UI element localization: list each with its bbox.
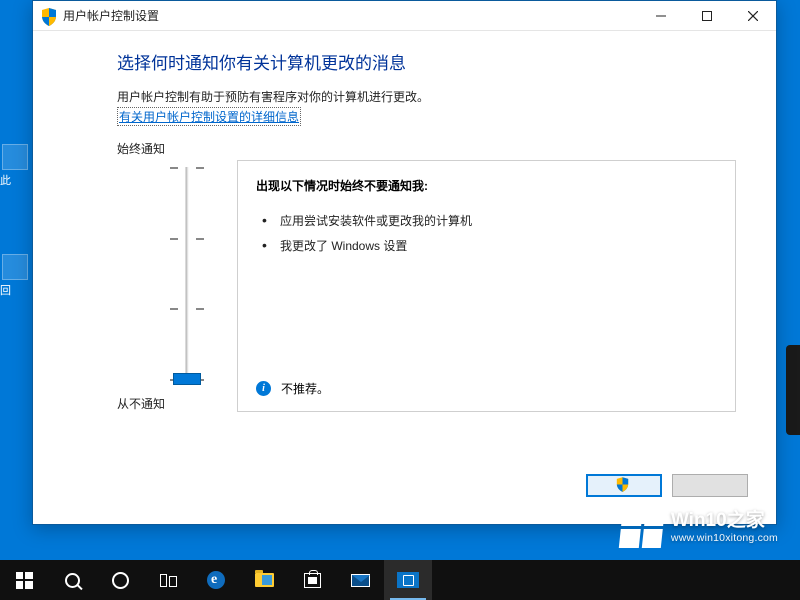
cortana-icon [112, 572, 129, 589]
cancel-button[interactable] [672, 474, 748, 497]
windows-logo-icon [16, 572, 33, 589]
watermark-title: Win10之家 [671, 511, 778, 530]
slider-label-top: 始终通知 [117, 140, 237, 157]
desktop-icon-fragment: 回 [0, 252, 30, 298]
notification-panel: 出现以下情况时始终不要通知我: 应用尝试安装软件或更改我的计算机 我更改了 Wi… [237, 160, 736, 412]
uac-level-slider[interactable] [168, 167, 206, 381]
uac-shield-icon [616, 477, 629, 495]
store-icon [304, 573, 321, 588]
watermark: Win10之家 www.win10xitong.com [621, 506, 778, 548]
windows-logo-icon [619, 506, 665, 548]
maximize-button[interactable] [684, 1, 730, 31]
panel-footer-text: 不推荐。 [281, 380, 329, 397]
taskbar[interactable] [0, 560, 800, 600]
panel-heading: 出现以下情况时始终不要通知我: [256, 177, 717, 194]
taskview-icon [160, 574, 177, 587]
folder-icon [255, 573, 274, 587]
panel-item: 应用尝试安装软件或更改我的计算机 [274, 208, 717, 233]
slider-label-bottom: 从不通知 [117, 395, 237, 412]
page-title: 选择何时通知你有关计算机更改的消息 [117, 49, 736, 74]
desktop-icon-fragment: 此 [0, 142, 30, 188]
side-widget [786, 345, 800, 435]
uac-settings-window: 用户帐户控制设置 选择何时通知你有关计算机更改的消息 用户帐户控制有助于预防有害… [32, 0, 777, 525]
edge-icon [207, 571, 225, 589]
taskbar-control-panel[interactable] [384, 560, 432, 600]
close-button[interactable] [730, 1, 776, 31]
taskbar-search[interactable] [48, 560, 96, 600]
minimize-button[interactable] [638, 1, 684, 31]
slider-thumb[interactable] [173, 373, 201, 385]
uac-shield-icon [41, 8, 57, 24]
taskbar-mail[interactable] [336, 560, 384, 600]
content-area: 选择何时通知你有关计算机更改的消息 用户帐户控制有助于预防有害程序对你的计算机进… [33, 31, 776, 464]
info-icon: i [256, 381, 271, 396]
taskbar-explorer[interactable] [240, 560, 288, 600]
learn-more-link[interactable]: 有关用户帐户控制设置的详细信息 [117, 107, 301, 126]
titlebar[interactable]: 用户帐户控制设置 [33, 1, 776, 31]
mail-icon [351, 574, 370, 587]
ok-button[interactable] [586, 474, 662, 497]
taskbar-store[interactable] [288, 560, 336, 600]
taskbar-cortana[interactable] [96, 560, 144, 600]
control-panel-icon [397, 572, 419, 588]
search-icon [65, 573, 80, 588]
page-description: 用户帐户控制有助于预防有害程序对你的计算机进行更改。 [117, 88, 736, 105]
start-button[interactable] [0, 560, 48, 600]
window-title: 用户帐户控制设置 [63, 7, 159, 24]
taskbar-taskview[interactable] [144, 560, 192, 600]
taskbar-edge[interactable] [192, 560, 240, 600]
watermark-url: www.win10xitong.com [671, 533, 778, 544]
panel-item: 我更改了 Windows 设置 [274, 233, 717, 258]
